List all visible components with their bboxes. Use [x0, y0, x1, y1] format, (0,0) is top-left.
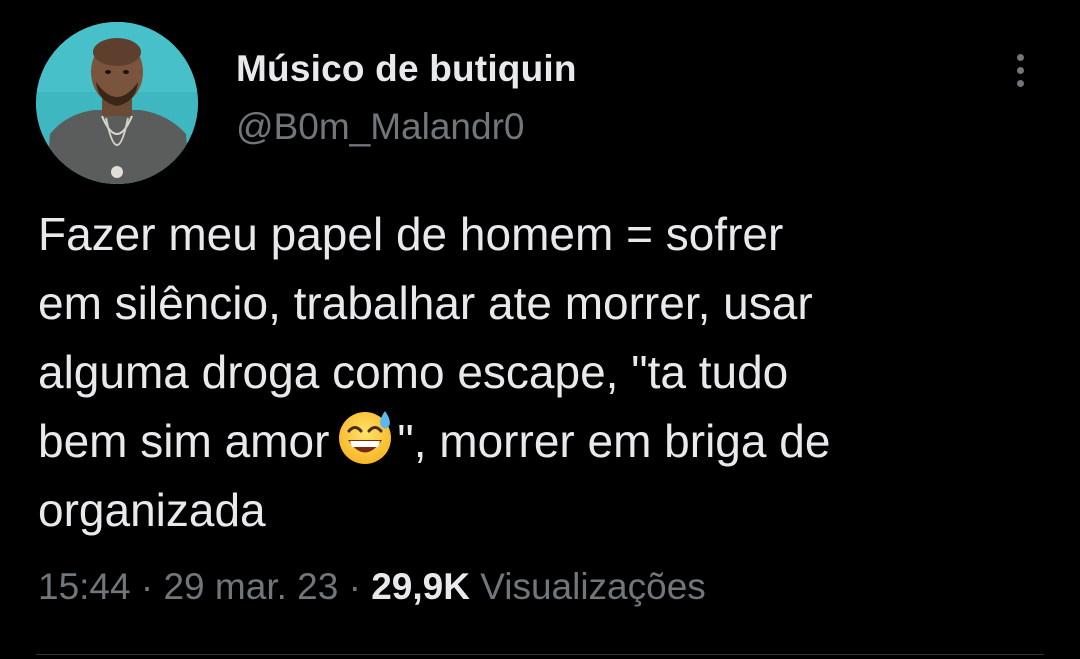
tweet-text-segment: ", morrer em briga de	[397, 415, 831, 467]
more-options-button[interactable]	[1004, 48, 1036, 92]
tweet-meta: 15:44 · 29 mar. 23 · 29,9K Visualizações	[38, 566, 706, 608]
tweet-time[interactable]: 15:44	[38, 566, 131, 607]
views-label[interactable]: Visualizações	[480, 566, 706, 607]
tweet: Músico de butiquin @B0m_Malandr0 Fazer m…	[0, 0, 1080, 659]
more-vertical-icon-dot	[1016, 79, 1024, 87]
more-vertical-icon	[1016, 53, 1024, 61]
tweet-text-line: alguma droga como escape, "ta tudo	[38, 346, 789, 398]
tweet-text-line: Fazer meu papel de homem = sofrer	[38, 208, 784, 260]
more-vertical-icon-dot	[1016, 66, 1024, 74]
tweet-date[interactable]: 29 mar. 23	[163, 566, 338, 607]
meta-separator: ·	[348, 566, 361, 607]
tweet-text: Fazer meu papel de homem = sofrer em sil…	[38, 200, 1038, 545]
avatar[interactable]	[36, 22, 198, 184]
author-handle[interactable]: @B0m_Malandr0	[236, 106, 524, 148]
tweet-text-line: em silêncio, trabalhar ate morrer, usar	[38, 277, 813, 329]
meta-separator: ·	[140, 566, 154, 607]
divider	[36, 654, 1044, 655]
tweet-text-line-with-emoji: bem sim amor ", morrer em briga de	[38, 407, 1038, 476]
profile-photo	[36, 22, 198, 184]
author-display-name[interactable]: Músico de butiquin	[236, 48, 577, 90]
views-count[interactable]: 29,9K	[371, 566, 470, 607]
tweet-text-line: organizada	[38, 484, 266, 536]
tweet-text-segment: bem sim amor	[38, 415, 330, 467]
grinning-face-with-sweat-emoji	[335, 407, 395, 467]
